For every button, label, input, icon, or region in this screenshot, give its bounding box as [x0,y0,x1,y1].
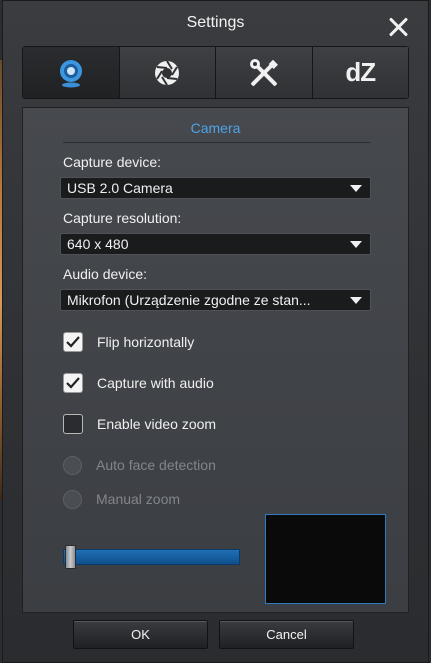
flip-horizontally-label: Flip horizontally [97,334,195,350]
auto-face-detection-radio[interactable]: Auto face detection [63,454,216,476]
wrench-screwdriver-icon [249,58,279,88]
capture-resolution-select[interactable]: 640 x 480 [60,233,371,255]
audio-device-value: Mikrofon (Urządzenie zgodne ze stan... [67,292,311,308]
capture-resolution-label: Capture resolution: [63,210,182,226]
tab-effects[interactable] [119,47,216,98]
checkbox-checked-icon [63,373,83,393]
close-icon[interactable] [386,15,410,39]
checkbox-checked-icon [63,332,83,352]
section-title: Camera [190,120,241,136]
tab-tools[interactable] [216,47,313,98]
dialog-title: Settings [186,14,245,31]
manual-zoom-radio[interactable]: Manual zoom [63,488,180,510]
tab-dz[interactable]: dZ [312,47,408,98]
enable-video-zoom-checkbox[interactable]: Enable video zoom [63,413,216,435]
settings-dialog: Settings dZ Camera Capture device: USB 2… [2,0,429,663]
camera-preview [265,514,386,604]
aperture-icon [153,59,181,87]
flip-horizontally-checkbox[interactable]: Flip horizontally [63,331,194,353]
checkbox-unchecked-icon [63,414,83,434]
dz-tab-label: dZ [345,57,376,87]
capture-with-audio-label: Capture with audio [97,375,214,391]
capture-device-select[interactable]: USB 2.0 Camera [60,177,371,199]
camera-settings-panel: Camera Capture device: USB 2.0 Camera Ca… [22,107,409,613]
zoom-slider-thumb[interactable] [65,545,76,569]
webcam-icon [57,58,85,88]
audio-device-label: Audio device: [63,266,148,282]
cancel-button[interactable]: Cancel [219,620,354,649]
capture-resolution-value: 640 x 480 [67,236,129,252]
audio-device-select[interactable]: Mikrofon (Urządzenie zgodne ze stan... [60,289,371,311]
ok-button[interactable]: OK [73,620,208,649]
capture-device-value: USB 2.0 Camera [67,180,173,196]
auto-face-detection-label: Auto face detection [96,457,216,473]
zoom-slider-track[interactable] [63,549,240,565]
enable-video-zoom-label: Enable video zoom [97,416,217,432]
manual-zoom-label: Manual zoom [96,491,181,507]
chevron-down-icon [350,185,362,192]
capture-with-audio-checkbox[interactable]: Capture with audio [63,372,214,394]
tab-webcam[interactable] [23,47,120,98]
radio-icon [63,489,82,509]
section-divider [63,142,370,143]
chevron-down-icon [350,241,362,248]
capture-device-label: Capture device: [63,154,162,170]
settings-tabs: dZ [22,46,409,99]
chevron-down-icon [350,297,362,304]
radio-icon [63,455,82,475]
